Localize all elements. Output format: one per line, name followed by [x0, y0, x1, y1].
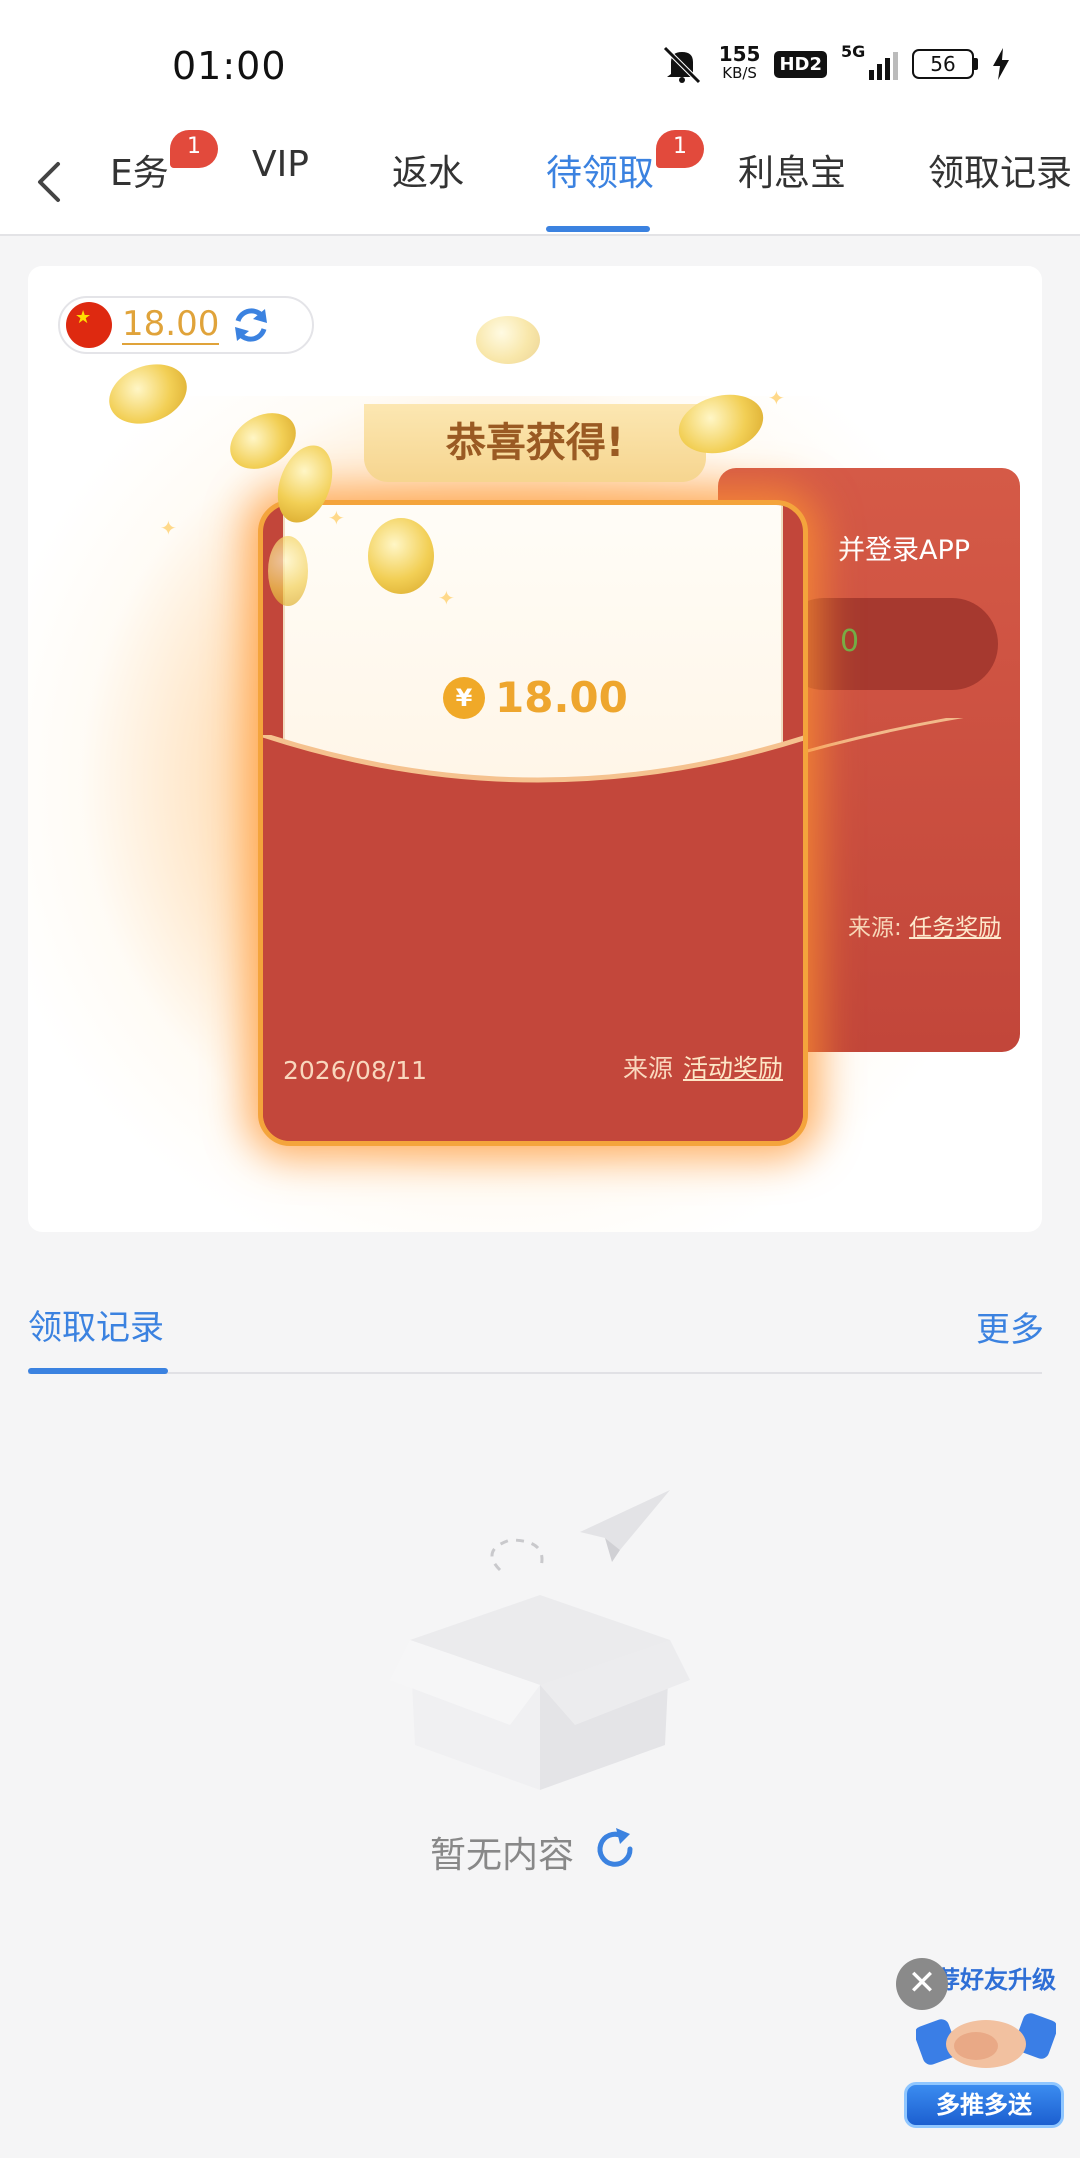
tab-task[interactable]: E务 [110, 144, 169, 196]
yen-coin-icon: ¥ [443, 676, 485, 719]
tab-bar: E务 1 VIP 返水 待领取 1 利息宝 领取记录 [0, 130, 1080, 236]
sparkle-icon: ✦ [160, 516, 177, 540]
tab-task-badge: 1 [170, 130, 218, 168]
mute-icon [662, 46, 701, 84]
records-title[interactable]: 领取记录 [28, 1300, 164, 1349]
coin-icon [368, 518, 434, 594]
balance-chip[interactable]: 18.00 [58, 296, 314, 354]
sparkle-icon: ✦ [328, 506, 345, 530]
red-packet-source: 来源 活动奖励 [622, 1054, 783, 1083]
promo-title: 荐好友升级 [936, 1966, 1056, 1994]
tab-pending[interactable]: 待领取 [546, 144, 654, 196]
status-time: 01:00 [172, 44, 287, 88]
secondary-amount-pill: 0 [778, 598, 998, 690]
back-arrow-icon[interactable] [26, 150, 76, 210]
balance-amount: 18.00 [122, 304, 220, 345]
coin-icon [476, 316, 540, 364]
secondary-title: 并登录APP [838, 535, 971, 566]
secondary-source: 来源: 任务奖励 [848, 915, 1002, 941]
red-packet-envelope[interactable]: ¥ 18.00 2026/08/11 来源 活动奖励 [258, 500, 808, 1146]
records-active-indicator [28, 1368, 168, 1374]
signal-icon: 5G [841, 42, 898, 80]
tab-interest[interactable]: 利息宝 [738, 144, 846, 196]
network-speed: 155 KB/S [718, 42, 761, 82]
records-divider [28, 1372, 1042, 1374]
promo-widget[interactable]: 荐好友升级 ✕ 多推多送 [896, 1956, 1072, 2136]
tab-vip[interactable]: VIP [252, 144, 309, 185]
empty-state-text: 暂无内容 [430, 1835, 575, 1876]
coin-icon [268, 536, 308, 606]
charging-icon [993, 48, 1009, 80]
red-packet-card: 18.00 并登录APP 0 来源: 任务奖励 ¥ 18.00 2026/08/ [28, 266, 1042, 1232]
refresh-icon[interactable] [592, 1826, 638, 1872]
hd-icon: HD2 [774, 50, 827, 78]
handshake-icon [916, 2013, 1056, 2068]
china-flag-icon [66, 302, 112, 348]
red-packet-amount: ¥ 18.00 [443, 673, 628, 722]
records-more-link[interactable]: 更多 [976, 1302, 1044, 1351]
tab-records[interactable]: 领取记录 [928, 144, 1072, 196]
sparkle-icon: ✦ [768, 386, 785, 410]
refresh-icon[interactable] [229, 303, 273, 347]
active-tab-indicator [546, 226, 650, 232]
promo-button[interactable]: 多推多送 [904, 2082, 1064, 2128]
red-packet-date: 2026/08/11 [283, 1056, 428, 1085]
status-bar: 01:00 155 KB/S HD2 5G 56 [0, 0, 1080, 130]
battery-icon: 56 [912, 49, 978, 79]
tab-pending-badge: 1 [656, 130, 704, 168]
close-icon[interactable]: ✕ [896, 1958, 948, 2010]
congrats-banner: 恭喜获得! [364, 404, 706, 482]
empty-box-icon [390, 1490, 690, 1790]
sparkle-icon: ✦ [438, 586, 455, 610]
tab-rebate[interactable]: 返水 [392, 144, 464, 196]
